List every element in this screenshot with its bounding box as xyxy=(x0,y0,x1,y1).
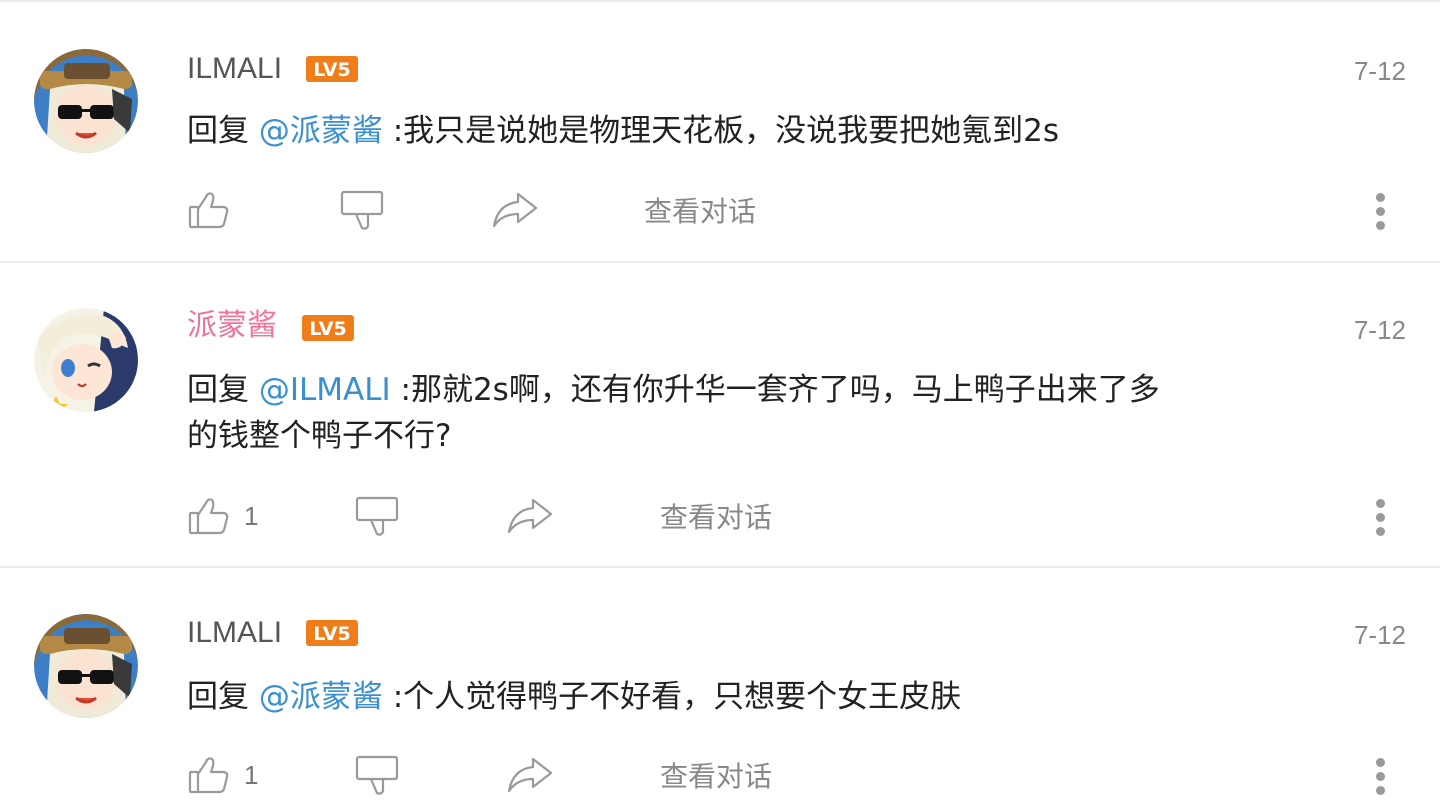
like-count: 1 xyxy=(244,500,259,531)
comment-date: 7-12 xyxy=(1353,315,1406,345)
thumbs-up-icon xyxy=(188,192,229,229)
more-menu-button[interactable] xyxy=(1376,758,1388,795)
comment-date: 7-12 xyxy=(1353,56,1406,86)
more-menu-button[interactable] xyxy=(1376,499,1388,536)
share-icon xyxy=(507,498,553,534)
level-badge-text: LV5 xyxy=(313,59,350,81)
comment-text: 回复 @派蒙酱 :我只是说她是物理天花板，没说我要把她氪到2s xyxy=(187,108,1187,154)
share-button[interactable] xyxy=(507,491,553,541)
mention-link[interactable]: @派蒙酱 xyxy=(259,113,383,149)
comment-actions: 1 查看对话 xyxy=(0,491,1440,541)
like-count: 1 xyxy=(244,759,259,790)
reply-prefix: 回复 xyxy=(187,372,259,408)
like-button[interactable]: 1 xyxy=(188,491,258,541)
dislike-button[interactable] xyxy=(340,185,384,235)
like-button[interactable] xyxy=(188,185,244,235)
level-badge: LV5 xyxy=(306,56,358,82)
more-vertical-icon xyxy=(1376,758,1388,795)
more-menu-button[interactable] xyxy=(1376,193,1388,230)
comment-text: 回复 @ILMALI :那就2s啊，还有你升华一套齐了吗，马上鸭子出来了多的钱整… xyxy=(187,367,1177,459)
reply-body: :我只是说她是物理天花板，没说我要把她氪到2s xyxy=(382,113,1060,149)
avatar[interactable] xyxy=(34,308,138,412)
mention-link[interactable]: @ILMALI xyxy=(259,372,391,408)
avatar[interactable] xyxy=(34,614,138,718)
avatar[interactable] xyxy=(34,49,138,153)
view-dialog-label: 查看对话 xyxy=(660,501,773,534)
share-icon xyxy=(492,192,538,228)
reply-prefix: 回复 xyxy=(187,113,259,149)
reply-body: :个人觉得鸭子不好看，只想要个女王皮肤 xyxy=(382,679,962,715)
username[interactable]: 派蒙酱 xyxy=(187,309,277,343)
level-badge-text: LV5 xyxy=(309,318,346,340)
view-dialog-label: 查看对话 xyxy=(660,760,773,793)
mention-link[interactable]: @派蒙酱 xyxy=(259,679,383,715)
username[interactable]: ILMALI xyxy=(187,616,282,650)
username[interactable]: ILMALI xyxy=(187,52,282,86)
thumbs-down-icon xyxy=(340,190,384,230)
more-vertical-icon xyxy=(1376,499,1388,536)
comment-date: 7-12 xyxy=(1353,620,1406,650)
level-badge: LV5 xyxy=(306,620,358,646)
view-dialog-button[interactable]: 查看对话 xyxy=(660,491,772,541)
level-badge-text: LV5 xyxy=(313,623,350,645)
share-icon xyxy=(507,757,553,793)
comment-item: ILMALI LV5 7-12 回复 @派蒙酱 :个人觉得鸭子不好看，只想要个女… xyxy=(0,568,1440,808)
share-button[interactable] xyxy=(492,185,538,235)
thumbs-up-icon xyxy=(188,498,229,535)
dislike-button[interactable] xyxy=(355,491,399,541)
comment-item: 派蒙酱 LV5 7-12 回复 @ILMALI :那就2s啊，还有你升华一套齐了… xyxy=(0,263,1440,566)
thumbs-down-icon xyxy=(355,496,399,536)
comment-item: ILMALI LV5 7-12 回复 @派蒙酱 :我只是说她是物理天花板，没说我… xyxy=(0,2,1440,261)
more-vertical-icon xyxy=(1376,193,1388,230)
comment-actions: 查看对话 xyxy=(0,185,1440,235)
view-dialog-label: 查看对话 xyxy=(644,195,757,228)
view-dialog-button[interactable]: 查看对话 xyxy=(644,185,756,235)
reply-prefix: 回复 xyxy=(187,679,259,715)
thumbs-down-icon xyxy=(355,755,399,795)
thumbs-up-icon xyxy=(188,757,229,794)
comment-text: 回复 @派蒙酱 :个人觉得鸭子不好看，只想要个女王皮肤 xyxy=(187,674,1187,720)
level-badge: LV5 xyxy=(302,315,354,341)
